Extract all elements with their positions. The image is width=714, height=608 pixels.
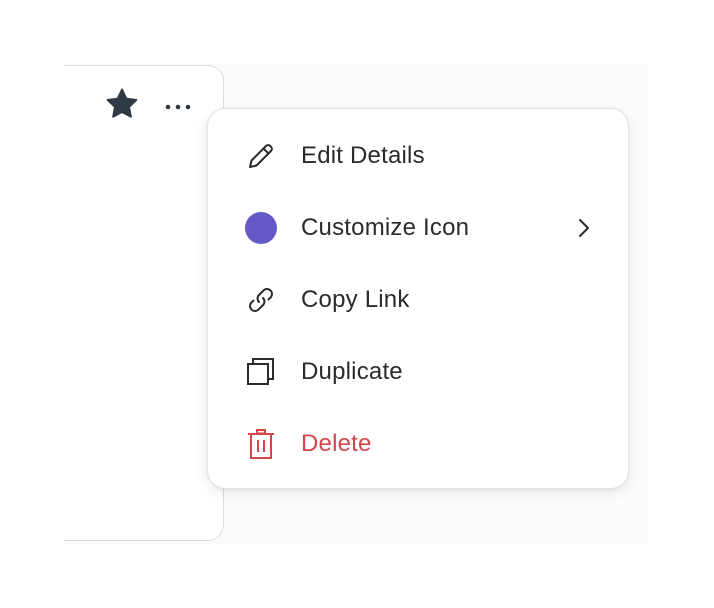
menu-item-label: Duplicate — [301, 358, 403, 385]
menu-item-copy-link[interactable]: Copy Link — [208, 264, 628, 336]
color-dot-icon — [244, 211, 278, 245]
item-card[interactable] — [64, 65, 224, 541]
favorite-button[interactable] — [104, 88, 140, 124]
menu-item-label: Edit Details — [301, 142, 425, 169]
menu-item-edit-details[interactable]: Edit Details — [208, 120, 628, 192]
trash-icon — [244, 427, 278, 461]
menu-item-label: Copy Link — [301, 286, 410, 313]
chevron-right-icon — [576, 217, 592, 239]
duplicate-icon — [244, 355, 278, 389]
context-menu: Edit Details Customize Icon Copy Link Du… — [207, 108, 629, 489]
menu-item-label: Customize Icon — [301, 214, 470, 241]
more-options-button[interactable] — [160, 92, 196, 122]
menu-item-delete[interactable]: Delete — [208, 408, 628, 480]
app-screen: Edit Details Customize Icon Copy Link Du… — [0, 0, 714, 608]
pencil-icon — [244, 139, 278, 173]
more-horizontal-icon — [163, 98, 193, 116]
link-icon — [244, 283, 278, 317]
menu-item-label: Delete — [301, 430, 372, 457]
menu-item-customize-icon[interactable]: Customize Icon — [208, 192, 628, 264]
star-icon — [104, 86, 140, 127]
menu-item-duplicate[interactable]: Duplicate — [208, 336, 628, 408]
